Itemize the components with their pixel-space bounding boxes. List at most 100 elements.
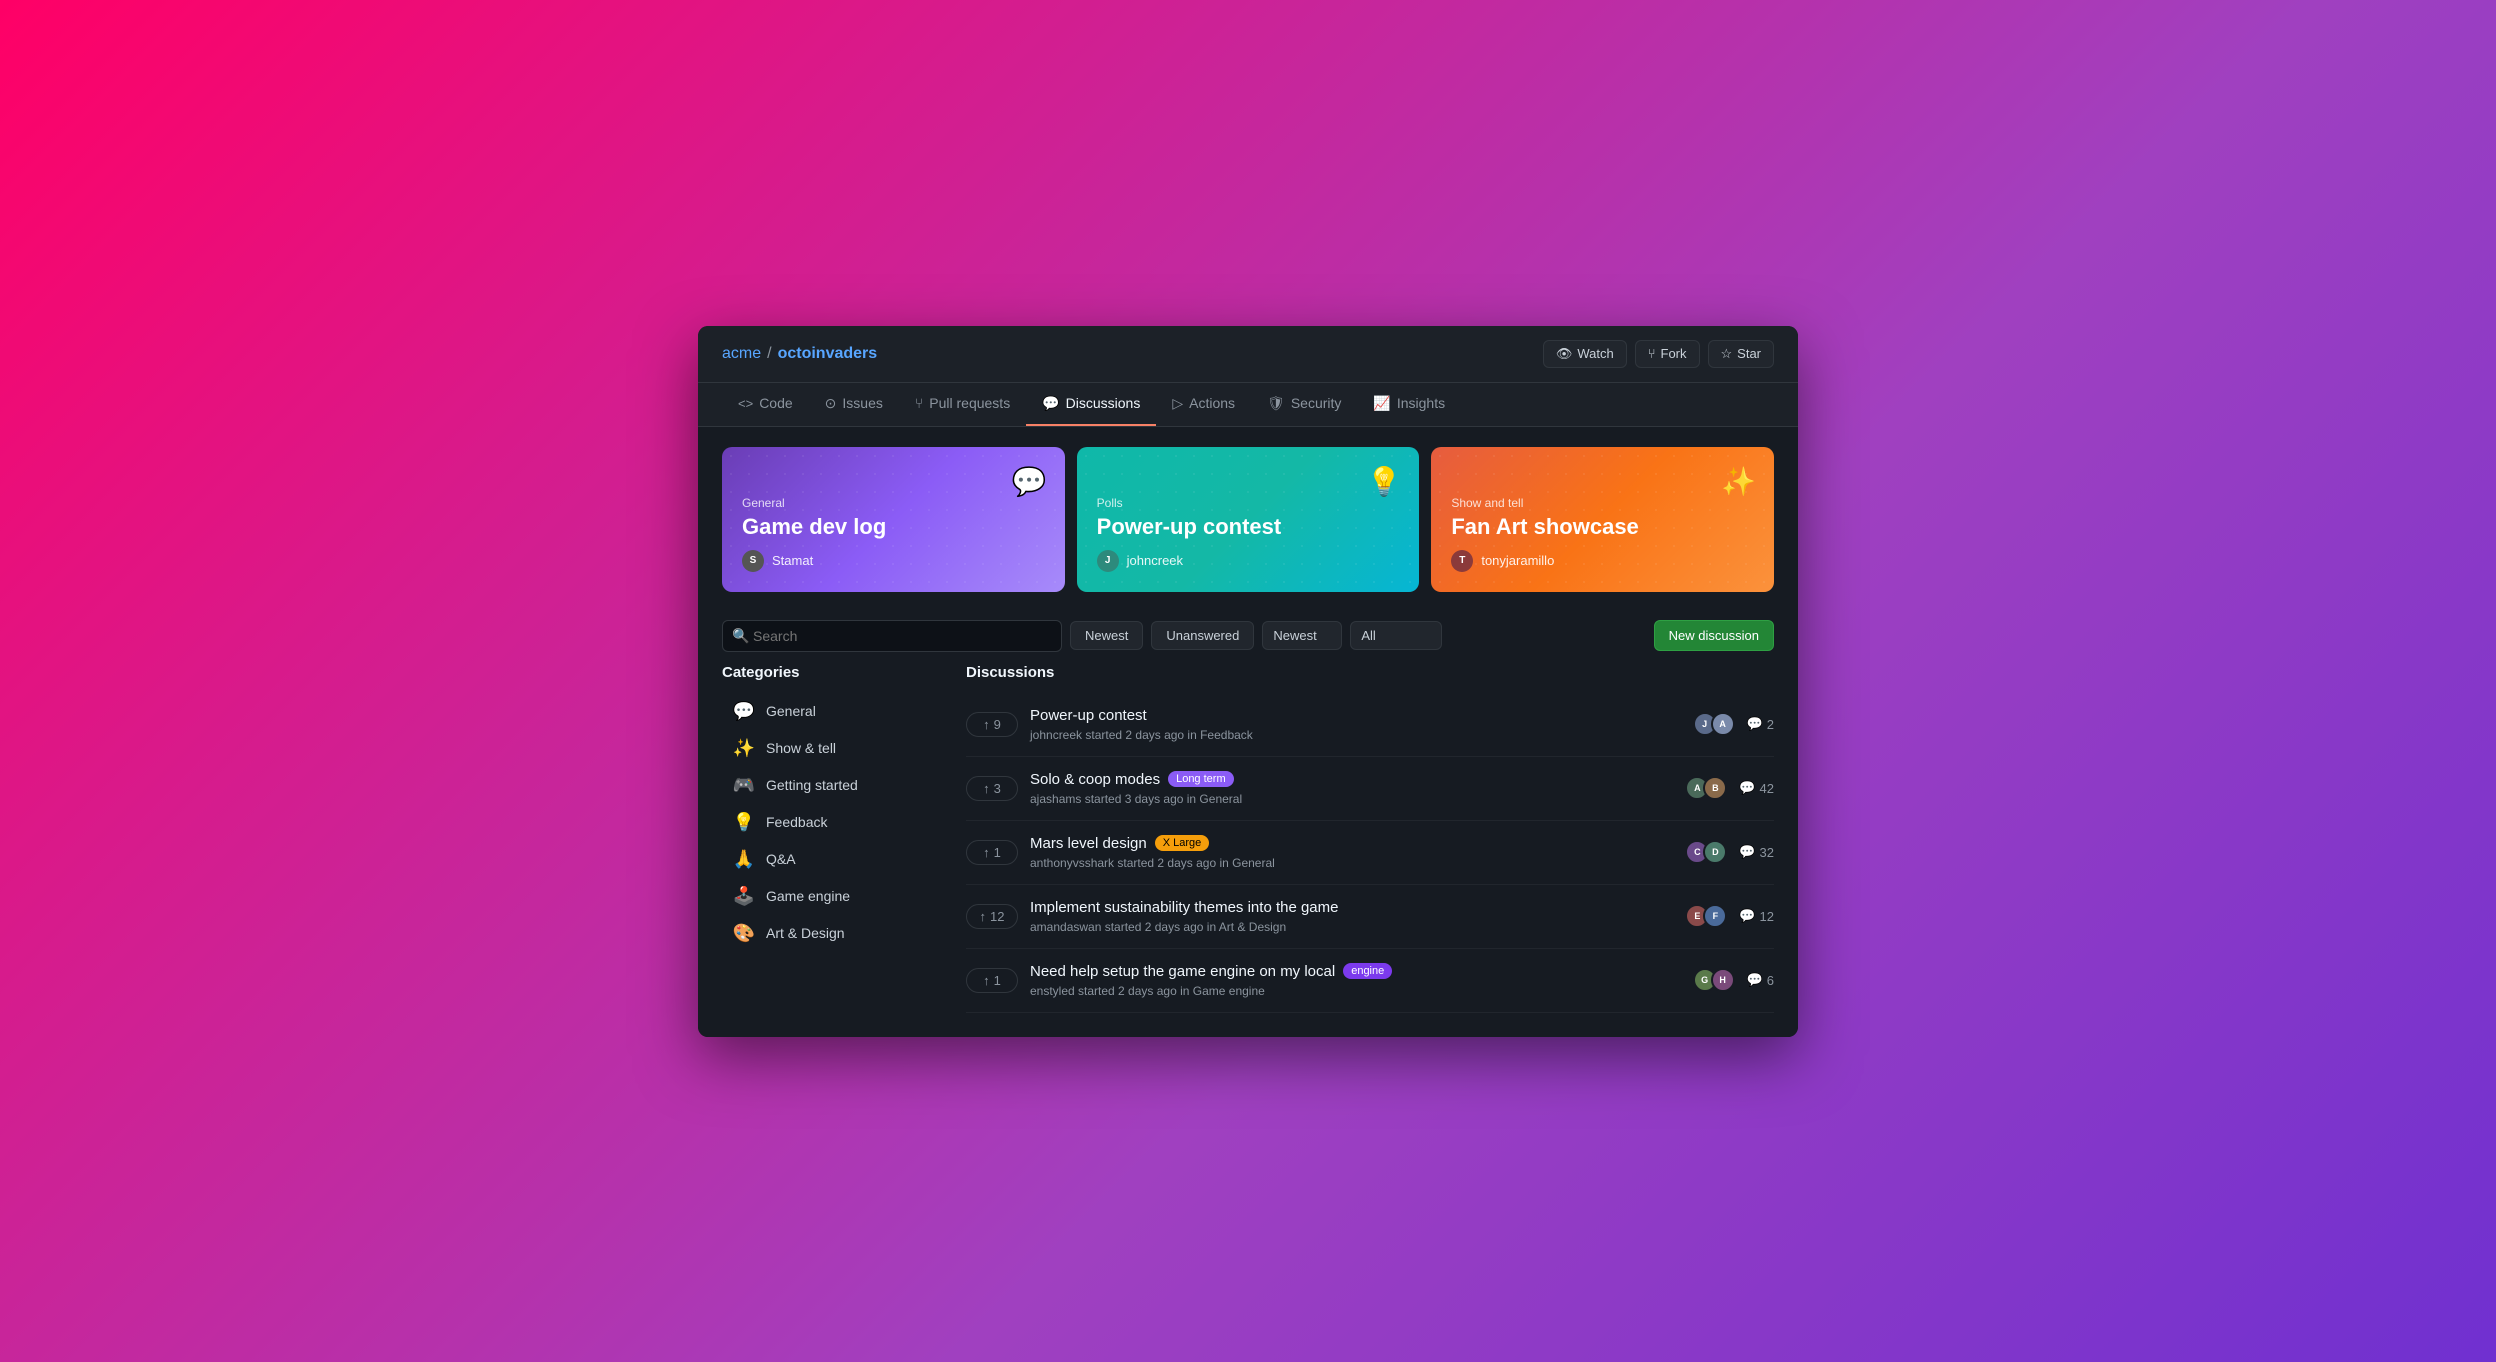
discussion-title-row-5: Need help setup the game engine on my lo… <box>1030 963 1681 980</box>
issues-icon: ⊙ <box>825 395 837 412</box>
discussions-icon: 💬 <box>1042 395 1059 412</box>
new-discussion-button[interactable]: New discussion <box>1654 620 1774 651</box>
filters-row: 🔍 Newest Unanswered Newest Oldest Top Al… <box>722 608 1774 664</box>
breadcrumb-sep: / <box>767 345 771 363</box>
vote-button-2[interactable]: ↑ 3 <box>966 776 1018 801</box>
header-actions: 👁 Watch ⑂ Fork ☆ Star <box>1543 340 1774 368</box>
code-icon: <> <box>738 396 753 411</box>
feedback-emoji: 💡 <box>732 812 756 833</box>
filter-unanswered-button[interactable]: Unanswered <box>1151 621 1254 650</box>
fork-button[interactable]: ⑂ Fork <box>1635 340 1700 368</box>
fork-icon: ⑂ <box>1648 346 1656 361</box>
vote-button-3[interactable]: ↑ 1 <box>966 840 1018 865</box>
tab-discussions[interactable]: 💬 Discussions <box>1026 383 1156 426</box>
nav-tabs: <> Code ⊙ Issues ⑂ Pull requests 💬 Discu… <box>698 383 1798 427</box>
card-polls-icon: 💡 <box>1366 465 1401 498</box>
discussion-item-2: ↑ 3 Solo & coop modes Long term ajashams… <box>966 757 1774 821</box>
art-design-emoji: 🎨 <box>732 923 756 944</box>
discussion-meta-3: anthonyvsshark started 2 days ago in Gen… <box>1030 856 1673 870</box>
comment-count-3: 💬 32 <box>1739 844 1774 860</box>
avatar-2b: B <box>1703 776 1727 800</box>
security-icon: 🛡 <box>1267 395 1285 412</box>
sort-select[interactable]: Newest Oldest Top <box>1262 621 1342 650</box>
vote-button-1[interactable]: ↑ 9 <box>966 712 1018 737</box>
discussion-meta-5: enstyled started 2 days ago in Game engi… <box>1030 984 1681 998</box>
breadcrumb: acme / octoinvaders <box>722 345 877 363</box>
card-game-dev-log[interactable]: 💬 General Game dev log S Stamat <box>722 447 1065 592</box>
discussion-main-5: Need help setup the game engine on my lo… <box>1030 963 1681 998</box>
discussion-avatars-3: C D <box>1685 840 1727 864</box>
category-item-general[interactable]: 💬 General <box>722 693 942 730</box>
discussion-title-4[interactable]: Implement sustainability themes into the… <box>1030 899 1339 916</box>
discussion-avatars-2: A B <box>1685 776 1727 800</box>
repo-header: acme / octoinvaders 👁 Watch ⑂ Fork ☆ Sta… <box>698 326 1798 383</box>
card-fan-art-showcase[interactable]: ✨ Show and tell Fan Art showcase T tonyj… <box>1431 447 1774 592</box>
category-item-game-engine[interactable]: 🕹️ Game engine <box>722 878 942 915</box>
discussion-meta-2: ajashams started 3 days ago in General <box>1030 792 1673 806</box>
vote-button-4[interactable]: ↑ 12 <box>966 904 1018 929</box>
main-window: acme / octoinvaders 👁 Watch ⑂ Fork ☆ Sta… <box>698 326 1798 1037</box>
tab-actions[interactable]: ▷ Actions <box>1156 383 1251 426</box>
card-polls-avatar: J <box>1097 550 1119 572</box>
card-general-author: S Stamat <box>742 550 1045 572</box>
tab-pull-requests[interactable]: ⑂ Pull requests <box>899 383 1026 426</box>
card-showandtell-icon: ✨ <box>1721 465 1756 498</box>
discussion-main-3: Mars level design X Large anthonyvsshark… <box>1030 835 1673 870</box>
tab-insights[interactable]: 📈 Insights <box>1357 383 1461 426</box>
avatar-4b: F <box>1703 904 1727 928</box>
discussion-right-1: J A 💬 2 <box>1693 712 1774 736</box>
category-item-feedback[interactable]: 💡 Feedback <box>722 804 942 841</box>
card-power-up-contest[interactable]: 💡 Polls Power-up contest J johncreek <box>1077 447 1420 592</box>
general-emoji: 💬 <box>732 701 756 722</box>
card-showandtell-title: Fan Art showcase <box>1451 514 1754 540</box>
discussion-title-row-2: Solo & coop modes Long term <box>1030 771 1673 788</box>
show-tell-emoji: ✨ <box>732 738 756 759</box>
search-input[interactable] <box>722 620 1062 652</box>
card-general-avatar: S <box>742 550 764 572</box>
star-button[interactable]: ☆ Star <box>1708 340 1775 368</box>
discussion-title-2[interactable]: Solo & coop modes <box>1030 771 1160 788</box>
category-item-show-tell[interactable]: ✨ Show & tell <box>722 730 942 767</box>
qa-emoji: 🙏 <box>732 849 756 870</box>
discussion-title-5[interactable]: Need help setup the game engine on my lo… <box>1030 963 1335 980</box>
category-item-getting-started[interactable]: 🎮 Getting started <box>722 767 942 804</box>
label-longterm: Long term <box>1168 771 1234 787</box>
discussion-main-4: Implement sustainability themes into the… <box>1030 899 1673 934</box>
discussion-main-1: Power-up contest johncreek started 2 day… <box>1030 707 1681 742</box>
eye-icon: 👁 <box>1556 346 1573 362</box>
label-xlarge: X Large <box>1155 835 1210 851</box>
tab-code[interactable]: <> Code <box>722 383 809 426</box>
search-wrap: 🔍 <box>722 620 1062 652</box>
tab-issues[interactable]: ⊙ Issues <box>809 383 899 426</box>
vote-button-5[interactable]: ↑ 1 <box>966 968 1018 993</box>
actions-icon: ▷ <box>1172 395 1183 412</box>
discussion-item-5: ↑ 1 Need help setup the game engine on m… <box>966 949 1774 1013</box>
repo-name[interactable]: octoinvaders <box>778 345 878 363</box>
category-item-art-design[interactable]: 🎨 Art & Design <box>722 915 942 952</box>
tab-security[interactable]: 🛡 Security <box>1251 383 1357 426</box>
comment-count-1: 💬 2 <box>1747 716 1774 732</box>
comment-icon-2: 💬 <box>1739 780 1755 796</box>
watch-button[interactable]: 👁 Watch <box>1543 340 1627 368</box>
comment-count-2: 💬 42 <box>1739 780 1774 796</box>
card-showandtell-category: Show and tell <box>1451 496 1754 510</box>
label-engine: engine <box>1343 963 1392 979</box>
game-engine-emoji: 🕹️ <box>732 886 756 907</box>
discussion-right-2: A B 💬 42 <box>1685 776 1774 800</box>
discussion-item-3: ↑ 1 Mars level design X Large anthonyvss… <box>966 821 1774 885</box>
star-icon: ☆ <box>1721 346 1733 362</box>
org-name[interactable]: acme <box>722 345 761 363</box>
discussion-item: ↑ 9 Power-up contest johncreek started 2… <box>966 693 1774 757</box>
category-item-qa[interactable]: 🙏 Q&A <box>722 841 942 878</box>
discussion-right-5: G H 💬 6 <box>1693 968 1774 992</box>
discussion-meta-4: amandaswan started 2 days ago in Art & D… <box>1030 920 1673 934</box>
discussion-meta-1: johncreek started 2 days ago in Feedback <box>1030 728 1681 742</box>
discussion-avatars-5: G H <box>1693 968 1735 992</box>
filter-newest-button[interactable]: Newest <box>1070 621 1143 650</box>
discussion-title-1[interactable]: Power-up contest <box>1030 707 1147 724</box>
category-filter-select[interactable]: All General Feedback <box>1350 621 1442 650</box>
categories-title: Categories <box>722 664 942 681</box>
discussion-title-3[interactable]: Mars level design <box>1030 835 1147 852</box>
discussion-title-row-1: Power-up contest <box>1030 707 1681 724</box>
upvote-icon-1: ↑ <box>983 717 990 732</box>
